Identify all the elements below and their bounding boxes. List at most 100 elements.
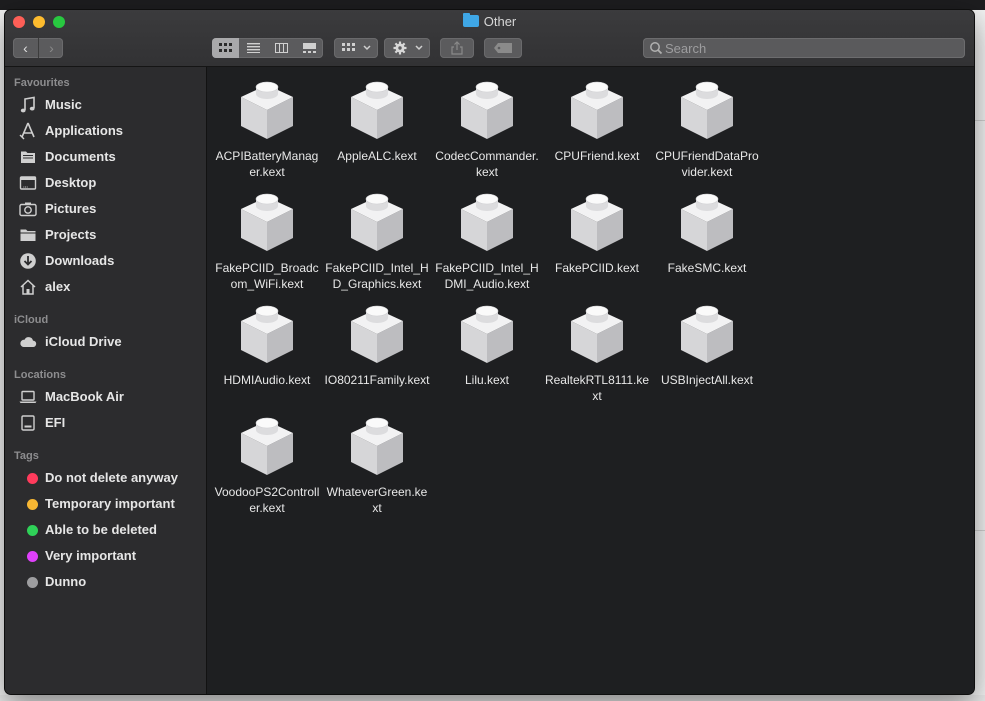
gallery-icon [303, 43, 316, 53]
file-item[interactable]: CPUFriendDataProvider.kext [652, 77, 762, 180]
sidebar-section-locations: Locations [14, 369, 66, 381]
kext-icon [350, 193, 404, 252]
tag-color-dot [27, 551, 38, 562]
laptop-icon [19, 390, 37, 403]
file-item[interactable]: WhateverGreen.kext [322, 413, 432, 516]
file-item[interactable]: USBInjectAll.kext [652, 301, 762, 388]
background-bottom [0, 695, 985, 701]
background-topbar [0, 0, 985, 10]
disk-icon [21, 415, 35, 431]
sidebar: Favourites Music Applications Documents [5, 67, 207, 694]
kext-icon [240, 417, 294, 476]
kext-icon [680, 81, 734, 140]
file-name: CPUFriendDataProvider.kext [655, 149, 759, 179]
kext-icon [350, 305, 404, 364]
group-grid-icon [342, 43, 355, 51]
sidebar-item-pictures[interactable]: Pictures [19, 198, 199, 220]
sidebar-item-macbook-air[interactable]: MacBook Air [19, 386, 199, 408]
back-button[interactable]: ‹ [13, 38, 38, 58]
sidebar-tag-very-important[interactable]: Very important [19, 545, 199, 567]
icon-view-button[interactable] [212, 38, 239, 58]
file-item[interactable]: FakePCIID_Intel_HDMI_Audio.kext [432, 189, 542, 292]
sidebar-item-applications[interactable]: Applications [19, 120, 199, 142]
file-item[interactable]: VoodooPS2Controller.kext [212, 413, 322, 516]
file-item[interactable]: ACPIBatteryManager.kext [212, 77, 322, 180]
kext-icon [680, 193, 734, 252]
desktop-icon: ... [19, 176, 37, 190]
search-icon [650, 42, 663, 55]
file-item[interactable]: CodecCommander.kext [432, 77, 542, 180]
file-name: RealtekRTL8111.kext [544, 373, 650, 403]
sidebar-item-alex[interactable]: alex [19, 276, 199, 298]
edit-tags-button[interactable] [484, 38, 522, 58]
share-icon [451, 41, 463, 55]
navigation-buttons: ‹ › [13, 38, 63, 58]
forward-button[interactable]: › [38, 38, 64, 58]
file-name: IO80211Family.kext [324, 373, 430, 387]
file-item[interactable]: FakePCIID.kext [542, 189, 652, 276]
chevron-down-icon [415, 45, 423, 51]
view-mode-buttons [212, 38, 323, 58]
sidebar-item-label: Desktop [45, 175, 97, 190]
sidebar-item-documents[interactable]: Documents [19, 146, 199, 168]
sidebar-item-icloud-drive[interactable]: iCloud Drive [19, 331, 199, 353]
file-name: ACPIBatteryManager.kext [215, 149, 319, 179]
share-button[interactable] [440, 38, 474, 58]
sidebar-item-efi[interactable]: EFI [19, 412, 199, 434]
folder-icon [20, 229, 36, 241]
file-name: Lilu.kext [464, 373, 510, 387]
sidebar-item-music[interactable]: Music [19, 94, 199, 116]
columns-icon [275, 43, 288, 53]
sidebar-item-label: Projects [45, 227, 97, 242]
kext-icon [460, 193, 514, 252]
file-item[interactable]: CPUFriend.kext [542, 77, 652, 164]
sidebar-tag-able-to-be-deleted[interactable]: Able to be deleted [19, 519, 199, 541]
gallery-view-button[interactable] [296, 38, 323, 58]
sidebar-item-label: iCloud Drive [45, 334, 122, 349]
file-item[interactable]: HDMIAudio.kext [212, 301, 322, 388]
documents-icon [21, 151, 35, 163]
file-item[interactable]: Lilu.kext [432, 301, 542, 388]
gear-icon [393, 41, 407, 55]
file-name: AppleALC.kext [337, 149, 417, 163]
file-item[interactable]: IO80211Family.kext [322, 301, 432, 388]
applications-icon [19, 122, 35, 140]
sidebar-item-label: Temporary important [45, 496, 175, 511]
tag-icon [494, 43, 512, 53]
sidebar-tag-do-not-delete-anyway[interactable]: Do not delete anyway [19, 467, 199, 489]
kext-icon [240, 193, 294, 252]
sidebar-section-icloud: iCloud [14, 314, 49, 326]
search-field[interactable] [643, 38, 965, 58]
file-item[interactable]: FakeSMC.kext [652, 189, 762, 276]
music-note-icon [20, 96, 35, 113]
file-item[interactable]: FakePCIID_Broadcom_WiFi.kext [212, 189, 322, 292]
file-name: FakeSMC.kext [667, 261, 747, 275]
group-by-button[interactable] [334, 38, 378, 58]
file-item[interactable]: AppleALC.kext [322, 77, 432, 164]
sidebar-item-downloads[interactable]: Downloads [19, 250, 199, 272]
sidebar-item-label: Downloads [45, 253, 115, 268]
file-item[interactable]: FakePCIID_Intel_HD_Graphics.kext [322, 189, 432, 292]
titlebar: Other ‹ › [5, 10, 974, 67]
kext-icon [350, 417, 404, 476]
action-menu-button[interactable] [384, 38, 430, 58]
sidebar-tag-temporary-important[interactable]: Temporary important [19, 493, 199, 515]
file-name: CPUFriend.kext [554, 149, 640, 163]
sidebar-item-desktop[interactable]: ... Desktop [19, 172, 199, 194]
kext-icon [570, 81, 624, 140]
tag-color-dot [27, 473, 38, 484]
sidebar-item-label: Dunno [45, 574, 87, 589]
list-icon [247, 43, 260, 53]
kext-icon [570, 193, 624, 252]
sidebar-item-projects[interactable]: Projects [19, 224, 199, 246]
file-grid: ACPIBatteryManager.kext AppleALC.kext Co… [207, 67, 974, 694]
file-name: USBInjectAll.kext [660, 373, 754, 387]
sidebar-item-label: Documents [45, 149, 116, 164]
sidebar-tag-dunno[interactable]: Dunno [19, 571, 199, 593]
finder-window: Other ‹ › Search Favourites Music Applic… [5, 10, 974, 694]
column-view-button[interactable] [268, 38, 295, 58]
icon-grid-icon [219, 43, 232, 52]
search-input[interactable] [665, 38, 955, 58]
file-item[interactable]: RealtekRTL8111.kext [542, 301, 652, 404]
list-view-button[interactable] [240, 38, 267, 58]
